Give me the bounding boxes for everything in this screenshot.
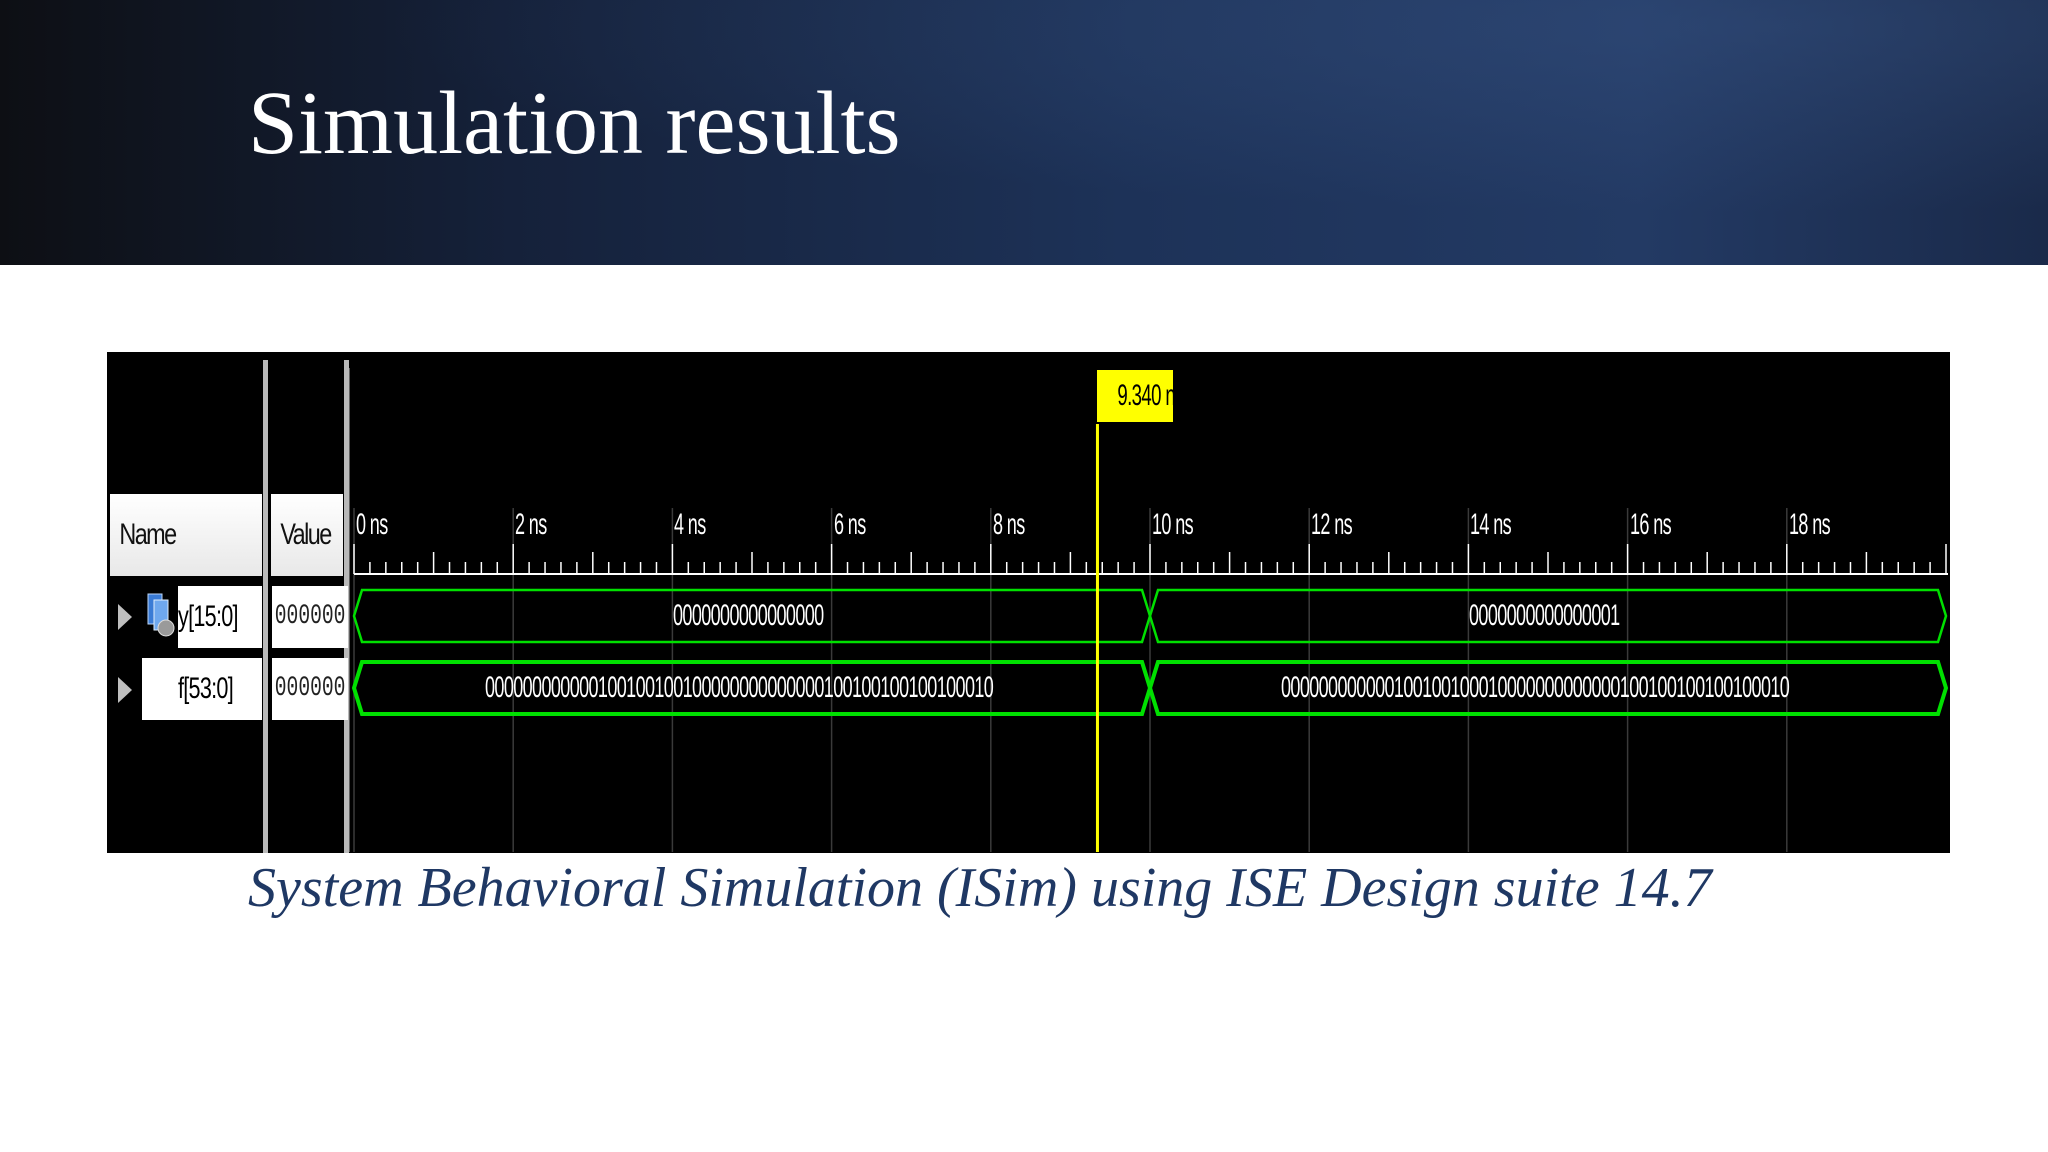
time-tick-label: 12 ns [1311, 508, 1353, 541]
name-column-header[interactable]: Name [110, 494, 262, 576]
slide-title: Simulation results [248, 74, 901, 173]
name-pane-divider[interactable] [263, 360, 268, 853]
bus-value-label: 0000000000000001 [1468, 599, 1620, 632]
time-tick-label: 18 ns [1788, 508, 1831, 541]
value-column-header[interactable]: Value [271, 494, 343, 576]
time-tick-label: 10 ns [1152, 508, 1194, 541]
signal-name[interactable]: f[53:0] [142, 658, 262, 720]
cursor-time-label[interactable]: 9.340 ns [1097, 370, 1174, 422]
time-tick-label: 4 ns [674, 508, 707, 541]
bus-value-label: 0000000000000000 [672, 599, 824, 632]
slide-caption: System Behavioral Simulation (ISim) usin… [248, 857, 1712, 919]
expand-arrow-icon[interactable] [118, 604, 132, 630]
time-tick-label: 16 ns [1629, 508, 1672, 541]
expand-arrow-icon[interactable] [118, 677, 132, 703]
time-tick-label: 14 ns [1470, 508, 1512, 541]
bus-value-label: 0000000000001001001001000000000000001001… [484, 671, 994, 704]
time-tick-label: 6 ns [833, 508, 866, 541]
signal-value: 000000 [272, 586, 348, 648]
time-tick-label: 2 ns [515, 508, 547, 541]
time-tick-label: 0 ns [356, 508, 388, 541]
bus-value-label: 0000000000001001001000100000000000001001… [1280, 671, 1790, 704]
signal-value: 000000 [272, 658, 348, 720]
bus-signal-icon [147, 593, 175, 637]
signal-name[interactable]: y[15:0] [178, 586, 262, 648]
time-tick-label: 8 ns [992, 508, 1025, 541]
